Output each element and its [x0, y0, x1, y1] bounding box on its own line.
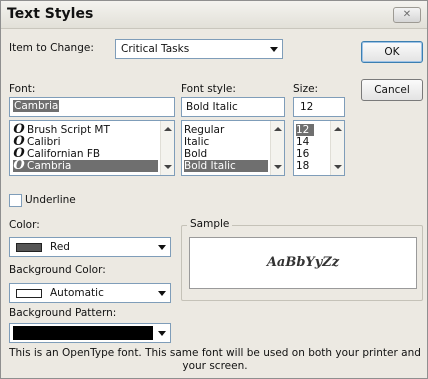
font-list-item[interactable]: O Calibri: [13, 135, 158, 148]
font-input[interactable]: Cambria: [9, 97, 175, 117]
font-list-item[interactable]: O Californian FB: [13, 147, 158, 160]
underline-checkbox[interactable]: [9, 194, 22, 207]
font-style-label: Font style:: [181, 83, 236, 95]
item-to-change-select[interactable]: Critical Tasks: [115, 39, 283, 59]
size-list-item-selected[interactable]: 12: [296, 124, 314, 136]
color-select[interactable]: Red: [9, 237, 171, 257]
dialog-title: Text Styles: [7, 6, 94, 22]
font-style-list-item[interactable]: Bold: [184, 148, 268, 160]
font-list[interactable]: O Brush Script MT O Calibri O Californian F…: [9, 120, 175, 176]
font-style-list-item-selected[interactable]: Bold Italic: [184, 160, 268, 172]
background-color-value: Automatic: [50, 287, 104, 299]
size-input-value: 12: [300, 101, 314, 113]
size-list[interactable]: 12 14 16 18: [293, 120, 345, 176]
font-list-scrollbar[interactable]: [160, 121, 174, 175]
font-list-item[interactable]: O Brush Script MT: [13, 123, 158, 136]
font-style-input-value: Bold Italic: [186, 101, 238, 113]
sample-label: Sample: [187, 218, 233, 230]
chevron-down-icon: [158, 291, 166, 296]
font-style-list-item[interactable]: Regular: [184, 124, 268, 136]
scroll-up-icon[interactable]: [274, 127, 282, 131]
background-pattern-label: Background Pattern:: [9, 307, 117, 319]
chevron-down-icon: [270, 47, 278, 52]
color-swatch: [16, 243, 42, 252]
underline-label: Underline: [25, 194, 76, 206]
background-pattern-swatch: [13, 326, 153, 340]
cancel-button[interactable]: Cancel: [361, 79, 423, 101]
size-list-scrollbar[interactable]: [330, 121, 344, 175]
font-style-input[interactable]: Bold Italic: [181, 97, 285, 117]
item-to-change-value: Critical Tasks: [121, 43, 190, 55]
opentype-font-icon: O: [13, 158, 25, 173]
scroll-up-icon[interactable]: [334, 127, 342, 131]
scroll-down-icon[interactable]: [274, 165, 282, 169]
scroll-down-icon[interactable]: [164, 165, 172, 169]
font-list-item-selected[interactable]: O Cambria: [13, 158, 158, 173]
size-input[interactable]: 12: [293, 97, 345, 117]
sample-preview: AaBbYyZz: [189, 237, 417, 289]
background-color-label: Background Color:: [9, 264, 106, 276]
font-style-list[interactable]: Regular Italic Bold Bold Italic: [181, 120, 285, 176]
size-label: Size:: [293, 83, 319, 95]
size-list-item[interactable]: 16: [296, 148, 314, 160]
background-color-swatch: [16, 289, 42, 298]
font-style-list-scrollbar[interactable]: [270, 121, 284, 175]
chevron-down-icon: [158, 245, 166, 250]
chevron-down-icon: [158, 331, 166, 336]
title-bar: Text Styles ✕: [1, 1, 427, 29]
scroll-up-icon[interactable]: [164, 127, 172, 131]
close-button[interactable]: ✕: [393, 7, 421, 23]
scroll-down-icon[interactable]: [334, 165, 342, 169]
size-list-item[interactable]: 18: [296, 160, 314, 172]
background-pattern-select[interactable]: [9, 323, 171, 343]
color-label: Color:: [9, 219, 40, 231]
font-style-list-item[interactable]: Italic: [184, 136, 268, 148]
font-info-line-2: your screen.: [182, 360, 248, 372]
text-styles-dialog: Text Styles ✕ Item to Change: Critical T…: [0, 0, 428, 379]
font-info-line-1: This is an OpenType font. This same font…: [9, 347, 421, 359]
ok-button[interactable]: OK: [361, 41, 423, 63]
background-color-select[interactable]: Automatic: [9, 283, 171, 303]
font-input-value: Cambria: [13, 100, 60, 112]
font-label: Font:: [9, 83, 36, 95]
color-value: Red: [50, 241, 70, 253]
item-to-change-label: Item to Change:: [9, 42, 94, 54]
font-info-text: This is an OpenType font. This same font…: [5, 347, 425, 373]
size-list-item[interactable]: 14: [296, 136, 314, 148]
close-icon: ✕: [402, 9, 412, 20]
